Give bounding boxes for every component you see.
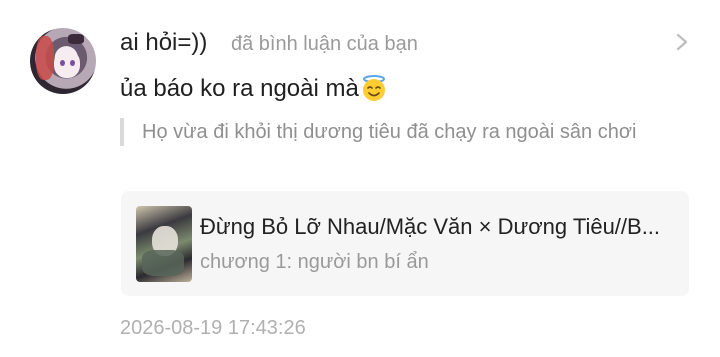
avatar-eye: [70, 60, 75, 66]
story-title: Đừng Bỏ Lỡ Nhau/Mặc Văn × Dương Tiêu//B.…: [200, 214, 661, 239]
action-text: đã bình luận của bạn: [231, 33, 418, 55]
story-cover-image: [136, 206, 192, 282]
story-card[interactable]: Đừng Bỏ Lỡ Nhau/Mặc Văn × Dương Tiêu//B.…: [121, 191, 689, 296]
username[interactable]: ai hỏi=)): [120, 28, 207, 58]
avatar[interactable]: [30, 28, 96, 94]
smiling-face-with-halo-icon: [362, 75, 385, 101]
comment-text: ủa báo ko ra ngoài mà: [120, 75, 359, 102]
avatar-eye: [60, 60, 65, 66]
cover-figure: [142, 250, 184, 276]
chevron-right-icon[interactable]: [672, 30, 692, 54]
chapter-title: chương 1: người bn bí ẩn: [200, 251, 429, 273]
avatar-bow: [68, 34, 84, 44]
comment-content: ủa báo ko ra ngoài mà: [120, 72, 388, 106]
quoted-text: Họ vừa đi khỏi thị dương tiêu đã chạy ra…: [120, 118, 680, 146]
timestamp: 2026-08-19 17:43:26: [120, 317, 306, 339]
avatar-face: [54, 50, 80, 78]
avatar-hair: [36, 36, 54, 80]
